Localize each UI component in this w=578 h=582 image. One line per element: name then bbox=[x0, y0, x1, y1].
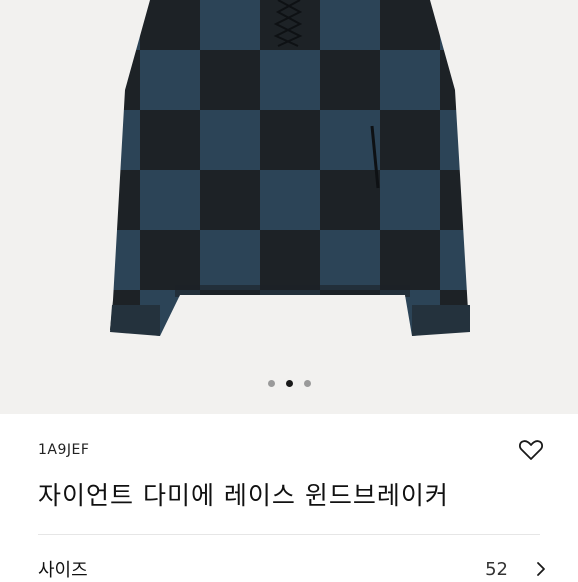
carousel-dot-active[interactable] bbox=[285, 380, 293, 387]
size-value: 52 bbox=[485, 558, 508, 580]
chevron-right-icon bbox=[536, 560, 548, 578]
divider bbox=[38, 534, 540, 535]
carousel-dot[interactable] bbox=[303, 380, 311, 387]
product-info: 1A9JEF 자이언트 다미에 레이스 윈드브레이커 사이즈 52 bbox=[0, 414, 578, 581]
product-image-carousel[interactable] bbox=[0, 0, 578, 414]
carousel-indicator bbox=[0, 380, 578, 387]
size-selector[interactable]: 사이즈 52 bbox=[38, 556, 548, 582]
product-title: 자이언트 다미에 레이스 윈드브레이커 bbox=[38, 481, 449, 510]
product-sku: 1A9JEF bbox=[38, 442, 90, 458]
wishlist-button[interactable] bbox=[517, 436, 545, 464]
heart-outline-icon bbox=[518, 440, 544, 460]
carousel-dot[interactable] bbox=[267, 380, 275, 387]
product-image bbox=[110, 0, 470, 336]
size-label: 사이즈 bbox=[38, 560, 88, 581]
